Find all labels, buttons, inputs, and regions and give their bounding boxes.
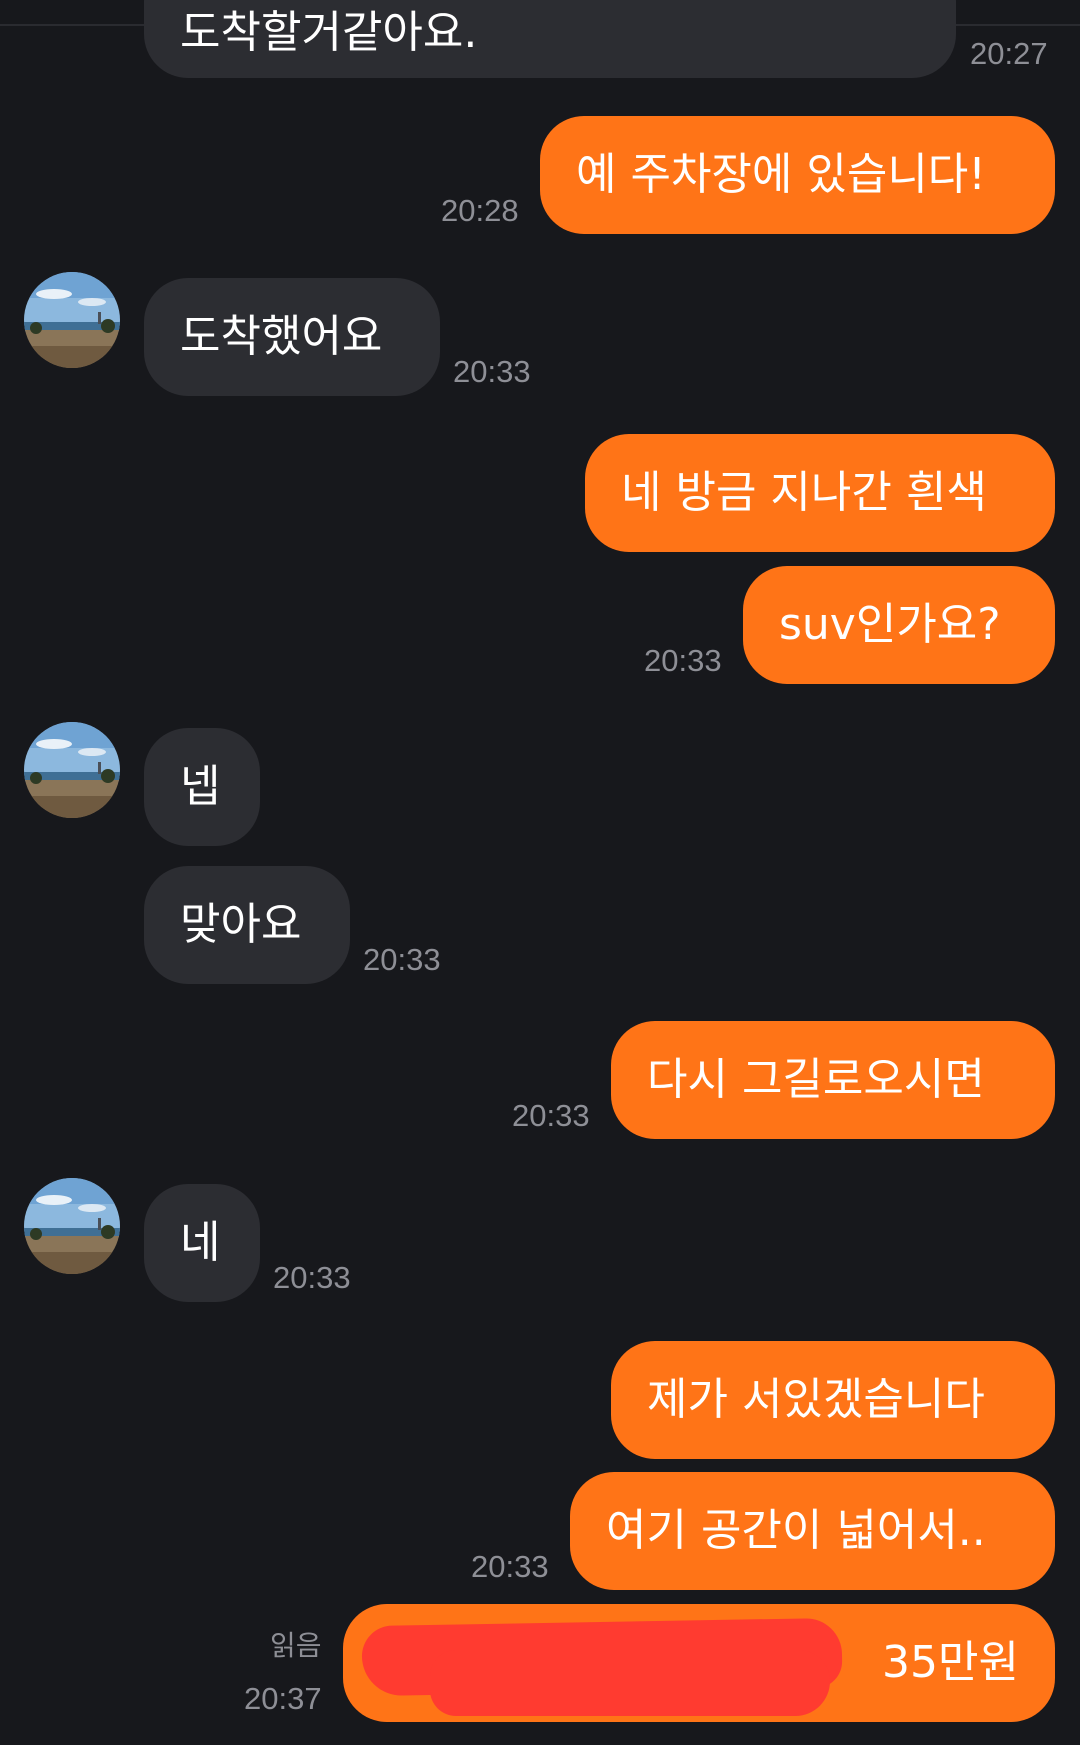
- message-bubble-incoming[interactable]: 맞아요: [144, 866, 350, 984]
- message-bubble-incoming[interactable]: 도착했어요: [144, 278, 440, 396]
- redaction-mark: [430, 1650, 830, 1716]
- message-bubble-incoming[interactable]: 네: [144, 1184, 260, 1302]
- message-time: 20:28: [441, 193, 519, 228]
- message-time: 20:33: [471, 1549, 549, 1584]
- chat-screen: 도착할거같아요. 20:27 예 주차장에 있습니다! 20:28 도착했어요 …: [0, 0, 1080, 1745]
- message-text: 예 주차장에 있습니다!: [576, 149, 986, 200]
- avatar[interactable]: [24, 272, 120, 368]
- message-text: 네 방금 지나간 흰색: [621, 467, 987, 518]
- message-text: 넵: [180, 761, 221, 812]
- message-time: 20:33: [512, 1098, 590, 1133]
- message-bubble-outgoing[interactable]: 예 주차장에 있습니다!: [540, 116, 1055, 234]
- message-text: 제가 서있겠습니다: [647, 1374, 985, 1425]
- message-bubble-outgoing[interactable]: 다시 그길로오시면: [611, 1021, 1055, 1139]
- read-receipt: 읽음: [270, 1629, 322, 1662]
- message-bubble-outgoing[interactable]: suv인가요?: [743, 566, 1055, 684]
- message-time: 20:33: [363, 942, 441, 977]
- profile-landscape-photo-icon: [24, 1178, 120, 1274]
- message-time: 20:33: [273, 1260, 351, 1295]
- message-time: 20:33: [453, 354, 531, 389]
- message-bubble-outgoing[interactable]: 제가 서있겠습니다: [611, 1341, 1055, 1459]
- message-text: 맞아요: [180, 899, 302, 950]
- message-bubble-incoming[interactable]: 도착할거같아요.: [144, 0, 956, 78]
- profile-landscape-photo-icon: [24, 272, 120, 368]
- message-text: 35만원: [882, 1637, 1019, 1688]
- message-text: suv인가요?: [779, 599, 1001, 650]
- message-text: 도착했어요: [180, 311, 383, 362]
- message-text: 네: [180, 1217, 221, 1268]
- avatar[interactable]: [24, 722, 120, 818]
- message-time: 20:37: [244, 1681, 322, 1716]
- message-time: 20:33: [644, 643, 722, 678]
- message-text: 도착할거같아요.: [180, 7, 478, 58]
- message-bubble-incoming[interactable]: 넵: [144, 728, 260, 846]
- message-bubble-outgoing[interactable]: 여기 공간이 넓어서..: [570, 1472, 1055, 1590]
- message-text: 여기 공간이 넓어서..: [606, 1505, 986, 1556]
- message-time: 20:27: [970, 36, 1048, 71]
- avatar[interactable]: [24, 1178, 120, 1274]
- profile-landscape-photo-icon: [24, 722, 120, 818]
- message-text: 다시 그길로오시면: [647, 1054, 985, 1105]
- message-bubble-outgoing[interactable]: 네 방금 지나간 흰색: [585, 434, 1055, 552]
